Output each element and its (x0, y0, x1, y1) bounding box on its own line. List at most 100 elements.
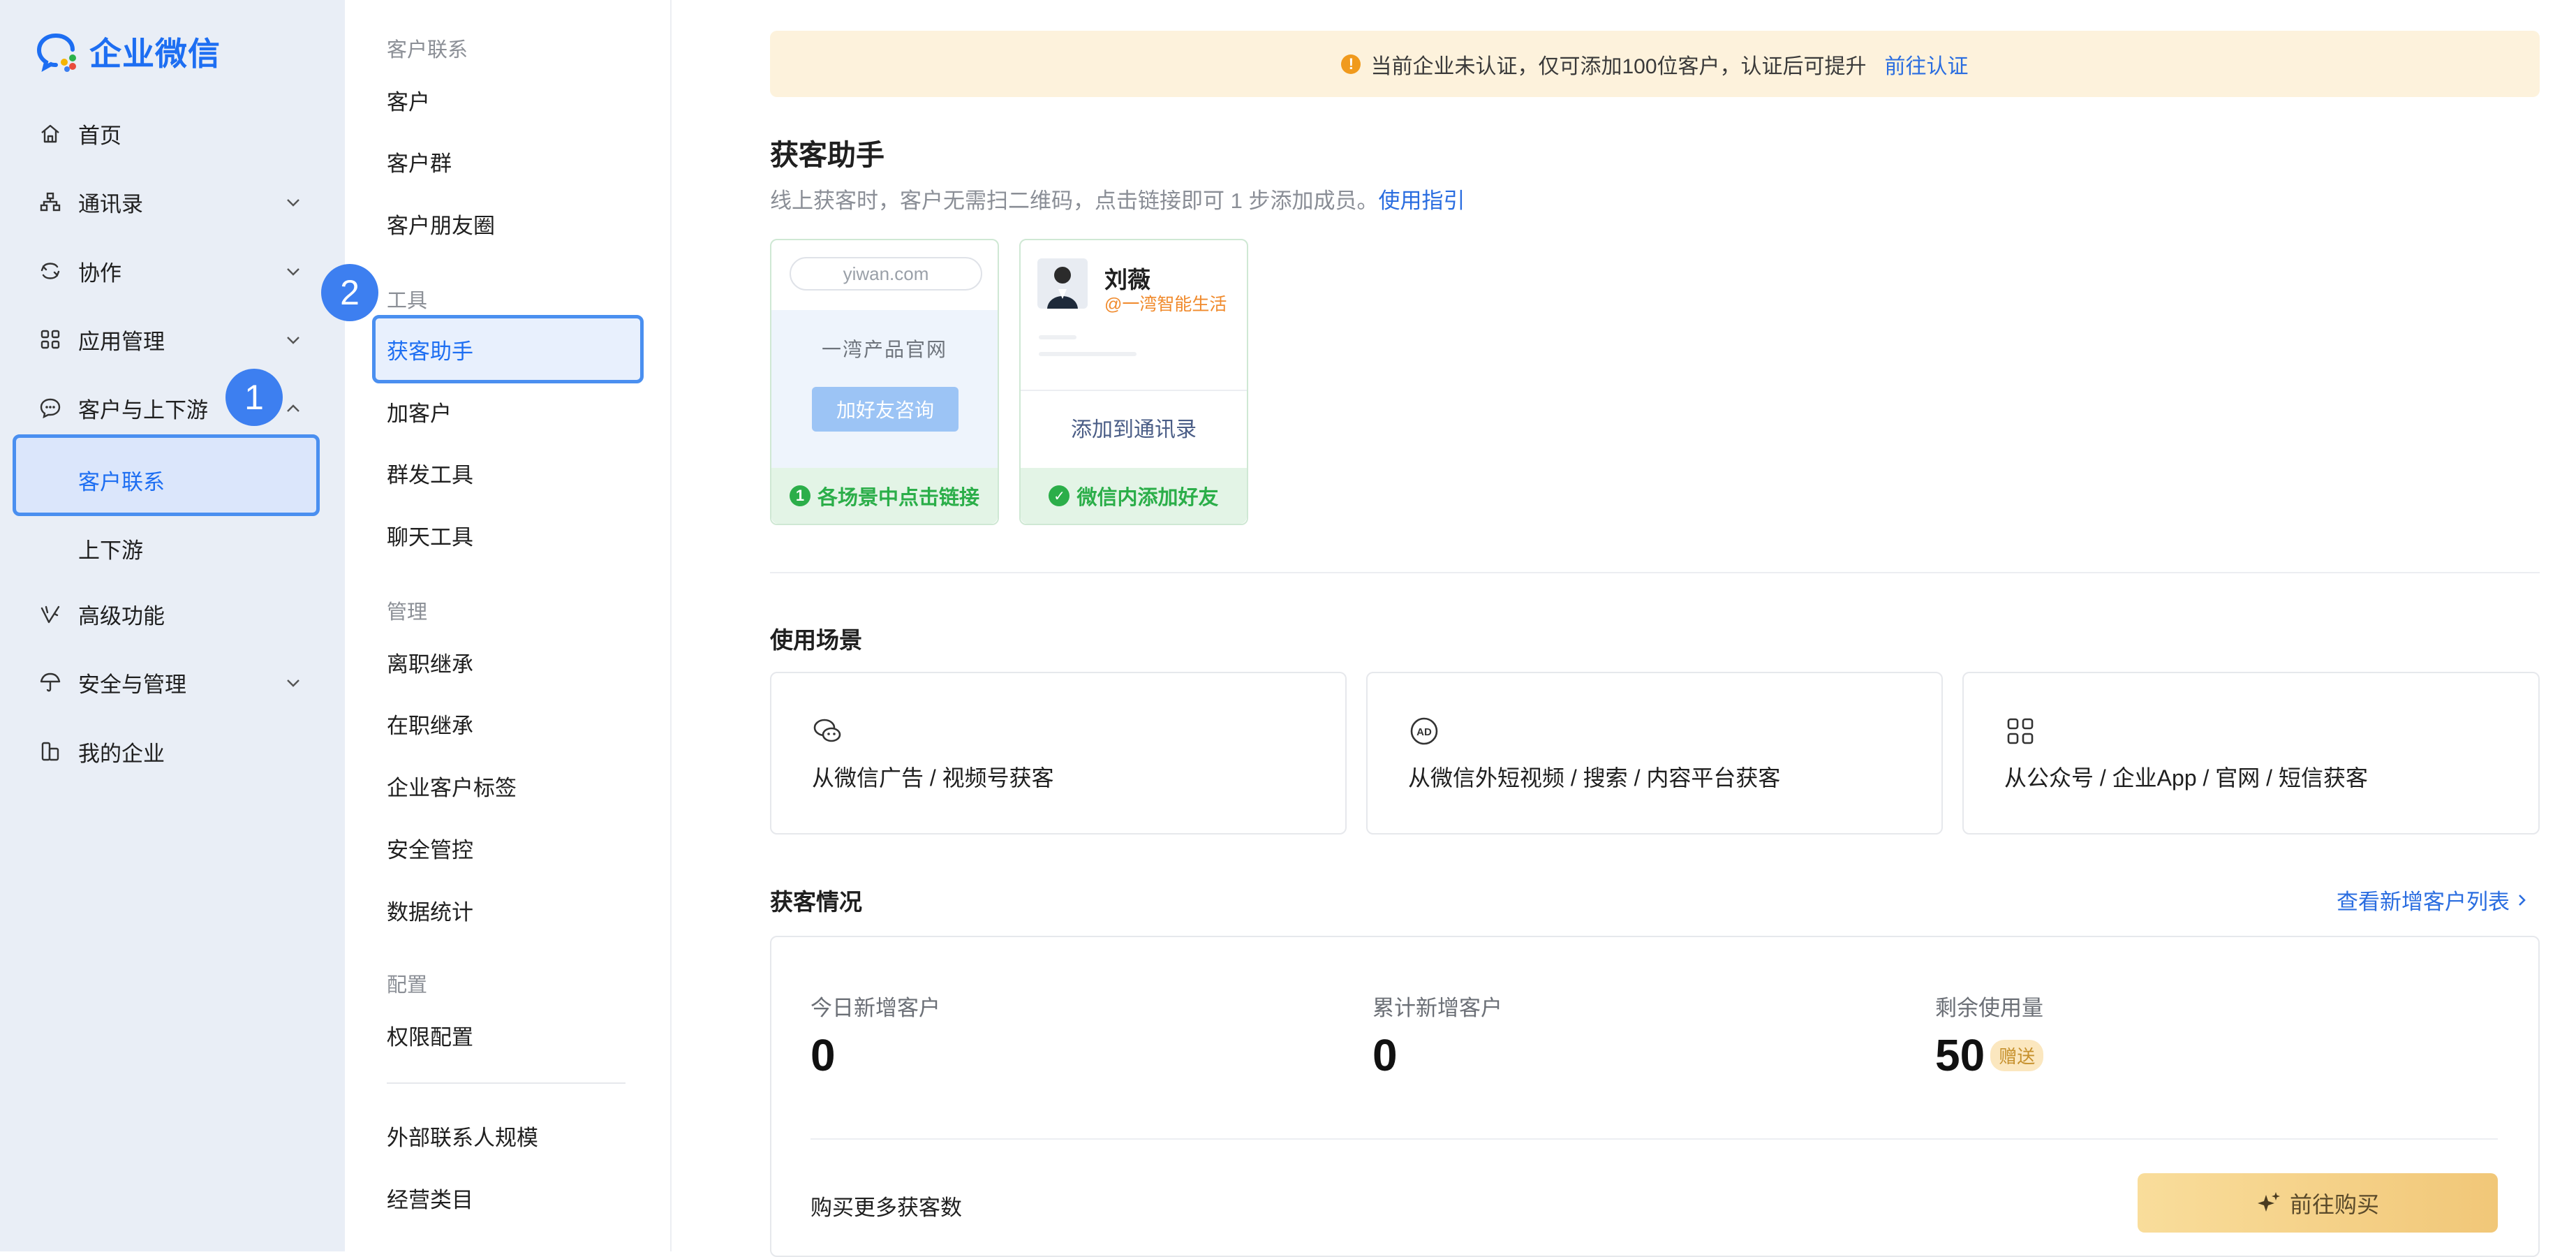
step-marker-1: 1 (225, 369, 283, 426)
remaining-row: 50 赠送 (1935, 1029, 2044, 1081)
step-one-icon: 1 (789, 485, 810, 506)
illustration-card-wechat: 刘薇 @一湾智能生活 添加到通讯录 ✓ 微信内添加好友 (1019, 239, 1248, 525)
sidebar-item-my-company[interactable]: 我的企业 (0, 727, 345, 776)
sidebar-item-contacts[interactable]: 通讯录 (0, 177, 345, 226)
today-new-value: 0 (810, 1030, 836, 1080)
person-avatar-icon (1047, 267, 1078, 309)
remaining-label: 剩余使用量 (1935, 996, 2043, 1020)
page-description: 线上获客时，客户无需扫二维码，点击链接即可 1 步添加成员。使用指引 (770, 183, 1465, 214)
sidebar-item-collab[interactable]: 协作 (0, 247, 345, 295)
avatar (1037, 258, 1088, 309)
scene-text: 从微信外短视频 / 搜索 / 内容平台获客 (1408, 765, 1781, 791)
subnav-item-customer-tags[interactable]: 企业客户标签 (387, 770, 517, 802)
subnav-item-contact-scale[interactable]: 外部联系人规模 (387, 1120, 538, 1152)
sidebar: 企业微信 首页 通讯录 协作 应用管理 客户与上下游 客户联系 上下游 高级功能… (0, 0, 345, 1251)
ad-icon: AD (1410, 717, 1438, 745)
chevron-down-icon (287, 679, 299, 687)
illustration-card-link: yiwan.com 一湾产品官网 加好友咨询 1 各场景中点击链接 (770, 239, 999, 525)
scene-card-official-accounts[interactable]: 从公众号 / 企业App / 官网 / 短信获客 (1962, 672, 2540, 835)
chevron-down-icon (287, 268, 299, 276)
building-icon (41, 742, 59, 761)
page-title: 获客助手 (770, 139, 884, 171)
subnav-item-add-customer[interactable]: 加客户 (387, 396, 452, 427)
subnav-item-business-category[interactable]: 经营类目 (387, 1182, 473, 1214)
umbrella-icon (40, 672, 61, 692)
gift-badge: 赠送 (1990, 1039, 2044, 1071)
banner-text: 当前企业未认证，仅可添加100位客户，认证后可提升 (1370, 54, 1867, 78)
url-bar: yiwan.com (790, 257, 982, 291)
subnav-section-title: 配置 (387, 974, 428, 997)
wechat-icon (813, 719, 841, 742)
advanced-icon (40, 605, 60, 624)
stats-divider (810, 1138, 2498, 1140)
contact-name: 刘薇 (1104, 267, 1150, 293)
buy-button-label: 前往购买 (2289, 1191, 2379, 1217)
scene-card-short-video[interactable]: AD 从微信外短视频 / 搜索 / 内容平台获客 (1366, 672, 1943, 835)
sidebar-item-label: 安全与管理 (78, 672, 186, 697)
verification-banner: ! 当前企业未认证，仅可添加100位客户，认证后可提升 前往认证 (770, 31, 2540, 97)
buy-button[interactable]: 前往购买 (2138, 1173, 2498, 1233)
subnav-item-moments[interactable]: 客户朋友圈 (387, 208, 495, 240)
sidebar-item-security[interactable]: 安全与管理 (0, 658, 345, 707)
sidebar-item-label: 客户与上下游 (78, 397, 208, 422)
chevron-up-icon (287, 404, 299, 412)
remaining-value: 50 (1935, 1030, 1985, 1080)
subnav-section-title: 管理 (387, 601, 428, 624)
step-marker-2: 2 (321, 264, 378, 321)
subnav-item-broadcast[interactable]: 群发工具 (387, 457, 473, 489)
subnav-item-onjob-inherit[interactable]: 在职继承 (387, 708, 473, 740)
app-logo[interactable]: 企业微信 (36, 31, 221, 73)
add-to-contacts-mock: 添加到通讯录 (1071, 418, 1197, 441)
total-new-label: 累计新增客户 (1372, 996, 1502, 1020)
section-divider (770, 572, 2540, 573)
chevron-down-icon (287, 337, 299, 344)
subnav-item-customer-groups[interactable]: 客户群 (387, 146, 452, 177)
buy-more-label: 购买更多获客数 (810, 1196, 962, 1220)
home-icon (41, 124, 59, 143)
sub-navigation (345, 0, 672, 1251)
scenes-title: 使用场景 (770, 627, 862, 653)
chevron-down-icon (287, 199, 299, 207)
sidebar-item-home[interactable]: 首页 (0, 109, 345, 158)
contact-company: @一湾智能生活 (1104, 295, 1227, 314)
placeholder-line (1039, 352, 1137, 356)
site-name: 一湾产品官网 (821, 339, 947, 360)
card-divider (1021, 390, 1247, 391)
sparkle-icon (2257, 1191, 2280, 1212)
description-text: 线上获客时，客户无需扫二维码，点击链接即可 1 步添加成员。 (770, 189, 1379, 213)
stats-title: 获客情况 (770, 889, 862, 915)
scene-text: 从微信广告 / 视频号获客 (812, 765, 1054, 791)
subnav-section-title: 客户联系 (387, 39, 468, 61)
verify-link[interactable]: 前往认证 (1885, 49, 1969, 80)
today-new-label: 今日新增客户 (810, 996, 940, 1020)
add-friend-button-mock: 加好友咨询 (812, 387, 958, 432)
org-chart-icon (40, 192, 61, 212)
subnav-item-customers[interactable]: 客户 (387, 84, 430, 116)
sidebar-item-upstream[interactable]: 上下游 (0, 521, 345, 570)
subnav-item-resign-inherit[interactable]: 离职继承 (387, 647, 473, 678)
collab-icon (40, 263, 60, 279)
scene-text: 从公众号 / 企业App / 官网 / 短信获客 (2004, 765, 2368, 791)
sidebar-item-label: 上下游 (78, 538, 143, 563)
usage-guide-link[interactable]: 使用指引 (1378, 189, 1465, 213)
view-link-text: 查看新增客户列表 (2337, 890, 2510, 914)
sidebar-item-customers[interactable]: 客户与上下游 (0, 383, 345, 432)
sidebar-item-label: 通讯录 (78, 191, 143, 216)
sidebar-item-advanced[interactable]: 高级功能 (0, 589, 345, 638)
subnav-item-security-control[interactable]: 安全管控 (387, 832, 473, 864)
subnav-item-data-stats[interactable]: 数据统计 (387, 895, 473, 926)
step-one-text: 各场景中点击链接 (817, 487, 979, 509)
subnav-item-chat-tools[interactable]: 聊天工具 (387, 520, 473, 551)
view-new-customers-link[interactable]: 查看新增客户列表 (2337, 884, 2529, 916)
subnav-divider (387, 1082, 626, 1084)
grid-icon (40, 330, 60, 349)
subnav-item-permissions[interactable]: 权限配置 (387, 1020, 473, 1051)
svg-text:AD: AD (1416, 726, 1432, 738)
total-new-value: 0 (1372, 1030, 1398, 1080)
scene-card-wechat-ads[interactable]: 从微信广告 / 视频号获客 (770, 672, 1347, 835)
sidebar-item-label: 首页 (78, 123, 121, 148)
sidebar-item-apps[interactable]: 应用管理 (0, 315, 345, 364)
app-name: 企业微信 (89, 36, 221, 72)
highlight-box-acquisition-assistant (372, 315, 644, 383)
sidebar-item-label: 高级功能 (78, 603, 165, 628)
